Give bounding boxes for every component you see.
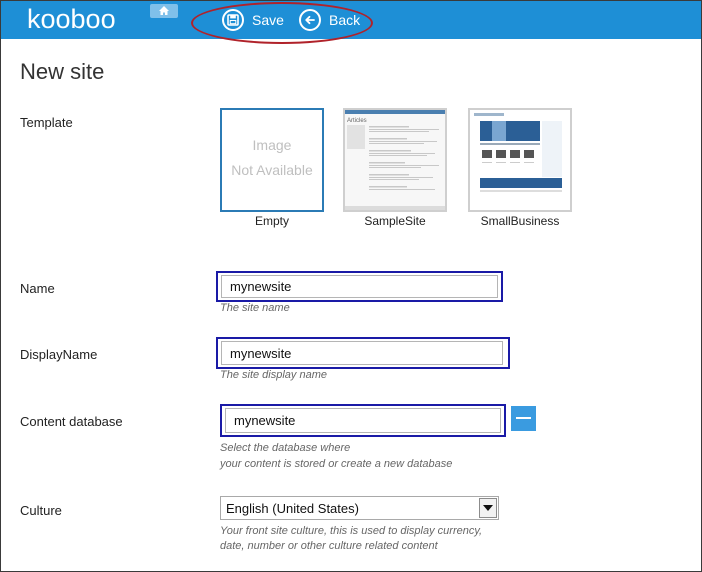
template-caption-smallbusiness: SmallBusiness bbox=[480, 214, 560, 228]
content-database-hint-line1: Select the database where bbox=[220, 442, 351, 454]
window-frame: kooboo Save Back New site Template Image… bbox=[0, 0, 702, 572]
svg-text:kooboo: kooboo bbox=[27, 4, 116, 34]
template-empty[interactable]: Image Not Available bbox=[220, 108, 324, 212]
image-placeholder-line2: Not Available bbox=[231, 162, 313, 178]
kooboo-logo: kooboo bbox=[27, 4, 116, 34]
culture-selected-value: English (United States) bbox=[226, 501, 359, 516]
page-title: New site bbox=[20, 59, 105, 84]
template-samplesite[interactable]: Articles bbox=[343, 108, 447, 212]
save-button[interactable]: Save bbox=[222, 7, 284, 33]
displayname-hint: The site display name bbox=[220, 369, 327, 381]
back-arrow-icon bbox=[299, 9, 321, 31]
name-input[interactable] bbox=[221, 275, 498, 298]
name-hint: The site name bbox=[220, 302, 290, 314]
culture-hint-line1: Your front site culture, this is used to… bbox=[220, 525, 483, 537]
toggle-database-button[interactable] bbox=[511, 406, 536, 431]
culture-hint-line2: date, number or other culture related co… bbox=[220, 540, 438, 552]
name-field-highlight bbox=[216, 271, 503, 302]
template-caption-samplesite: SampleSite bbox=[364, 214, 426, 228]
content-database-field-highlight bbox=[220, 404, 506, 437]
save-label: Save bbox=[252, 12, 284, 28]
dropdown-toggle[interactable] bbox=[479, 498, 497, 518]
displayname-input[interactable] bbox=[221, 341, 503, 365]
chevron-down-icon bbox=[483, 505, 493, 511]
svg-text:Articles: Articles bbox=[347, 118, 367, 124]
smallbusiness-thumbnail bbox=[470, 110, 570, 210]
content-database-label: Content database bbox=[20, 414, 123, 429]
template-smallbusiness[interactable] bbox=[468, 108, 572, 212]
culture-label: Culture bbox=[20, 503, 62, 518]
home-button[interactable] bbox=[150, 4, 178, 18]
minus-icon bbox=[516, 417, 531, 419]
template-label: Template bbox=[20, 115, 73, 130]
displayname-field-highlight bbox=[216, 337, 510, 369]
name-label: Name bbox=[20, 281, 55, 296]
template-caption-empty: Empty bbox=[254, 214, 289, 228]
top-bar: kooboo Save Back bbox=[1, 1, 701, 39]
save-icon bbox=[222, 9, 244, 31]
culture-select[interactable]: English (United States) bbox=[220, 496, 499, 520]
content-database-hint-line2: your content is stored or create a new d… bbox=[220, 458, 453, 470]
back-label: Back bbox=[329, 12, 361, 28]
image-placeholder-line1: Image bbox=[252, 137, 292, 153]
content-database-input[interactable] bbox=[225, 408, 501, 433]
home-icon bbox=[159, 6, 169, 15]
samplesite-thumbnail: Articles bbox=[345, 110, 445, 210]
back-button[interactable]: Back bbox=[299, 7, 360, 33]
displayname-label: DisplayName bbox=[20, 347, 98, 362]
